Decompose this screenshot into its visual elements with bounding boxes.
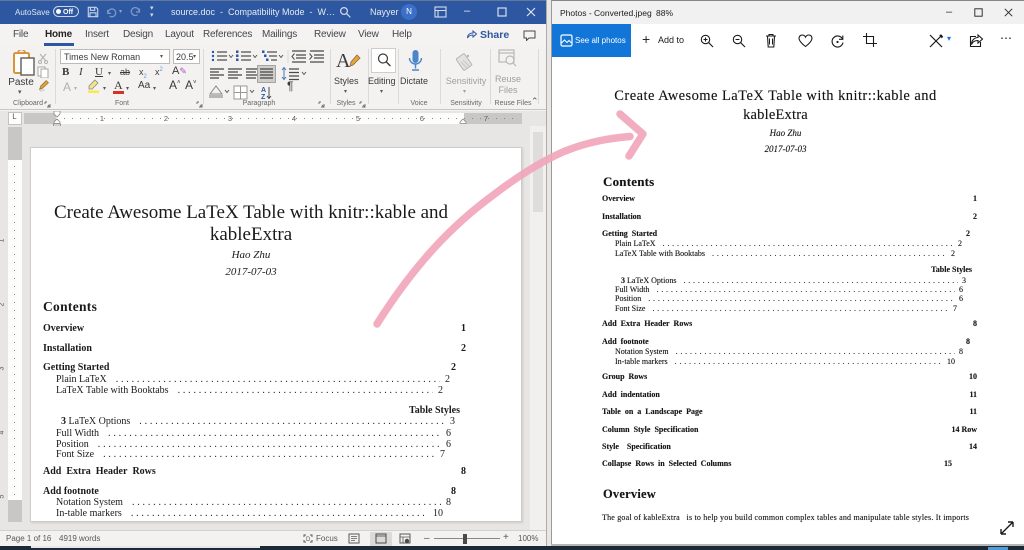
svg-text:D: D bbox=[306, 537, 311, 543]
svg-text:A: A bbox=[261, 87, 266, 94]
